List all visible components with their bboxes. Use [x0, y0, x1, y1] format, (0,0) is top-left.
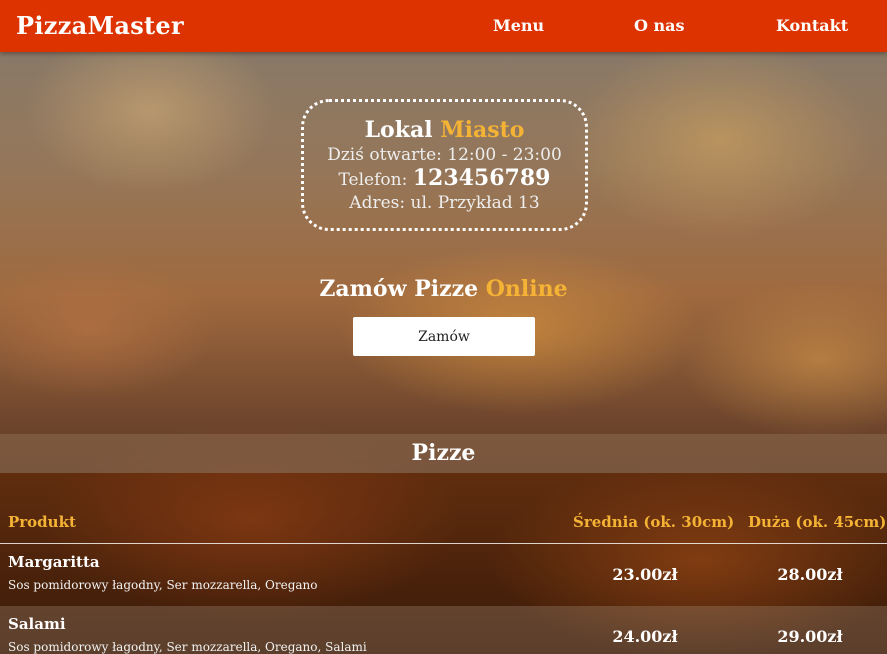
price-large: 29.00zł [777, 627, 843, 646]
brand-logo[interactable]: PizzaMaster [16, 11, 184, 40]
restaurant-title: Lokal Miasto [304, 116, 585, 144]
nav-link-contact[interactable]: Kontakt [776, 16, 848, 35]
phone-number: 123456789 [412, 165, 551, 191]
table-row: Salami Sos pomidorowy łagodny, Ser mozza… [0, 606, 887, 654]
phone-line: Telefon: 123456789 [304, 167, 585, 192]
price-medium: 23.00zł [612, 565, 678, 584]
phone-label: Telefon: [338, 170, 408, 190]
price-medium: 24.00zł [612, 627, 678, 646]
restaurant-info-box: Lokal Miasto Dziś otwarte: 12:00 - 23:00… [301, 99, 588, 231]
order-heading-prefix: Zamów Pizze [319, 276, 479, 302]
menu-table: Produkt Średnia (ok. 30cm) Duża (ok. 45c… [0, 473, 887, 654]
pizza-name: Margaritta [8, 553, 100, 571]
column-header-large: Duża (ok. 45cm) [748, 513, 887, 531]
price-large: 28.00zł [777, 565, 843, 584]
table-header: Produkt Średnia (ok. 30cm) Duża (ok. 45c… [0, 473, 887, 544]
pizza-description: Sos pomidorowy łagodny, Ser mozzarella, … [8, 578, 318, 592]
title-prefix: Lokal [364, 117, 433, 143]
column-header-medium: Średnia (ok. 30cm) [573, 513, 735, 531]
order-heading-accent: Online [485, 276, 568, 302]
title-city: Miasto [440, 117, 525, 143]
nav-link-menu[interactable]: Menu [493, 16, 544, 35]
pizza-name: Salami [8, 615, 66, 633]
address: Adres: ul. Przykład 13 [349, 193, 540, 213]
table-row: Margaritta Sos pomidorowy łagodny, Ser m… [0, 544, 887, 606]
nav-link-about[interactable]: O nas [634, 16, 685, 35]
section-title-pizze: Pizze [0, 434, 887, 473]
pizza-description: Sos pomidorowy łagodny, Ser mozzarella, … [8, 640, 367, 654]
column-header-product: Produkt [8, 513, 76, 531]
order-button[interactable]: Zamów [353, 317, 535, 356]
opening-hours: Dziś otwarte: 12:00 - 23:00 [327, 145, 562, 165]
order-heading: Zamów Pizze Online [0, 276, 887, 302]
navbar: PizzaMaster Menu O nas Kontakt [0, 0, 887, 52]
